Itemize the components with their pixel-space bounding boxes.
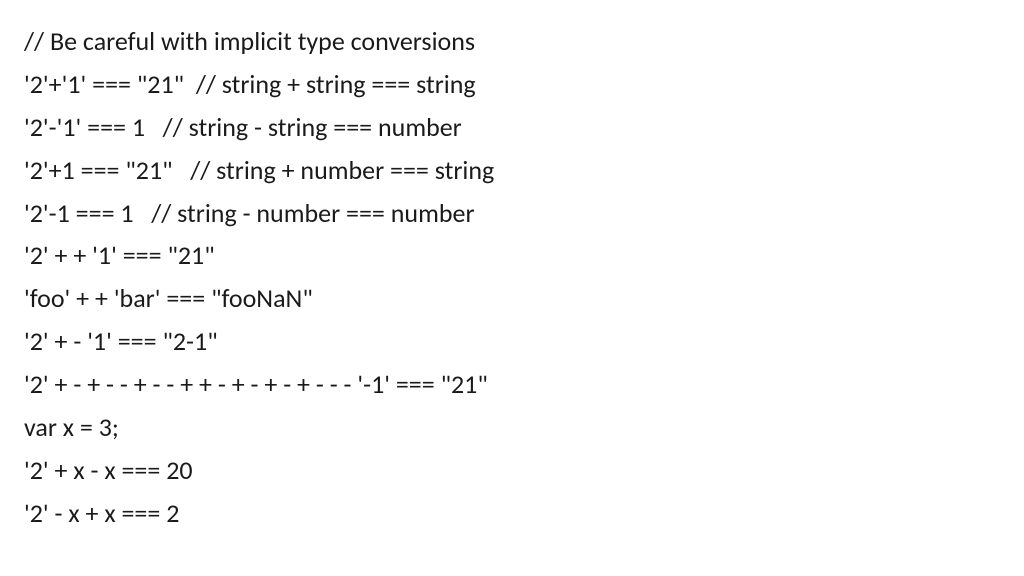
code-line: '2' + - + - - + - - + + - + - + - + - - … xyxy=(24,363,1000,406)
code-line: '2'+'1' === "21" // string + string === … xyxy=(24,63,1000,106)
code-line: // Be careful with implicit type convers… xyxy=(24,20,1000,63)
code-line: '2' - x + x === 2 xyxy=(24,492,1000,535)
code-line: '2' + x - x === 20 xyxy=(24,449,1000,492)
code-line: '2' + - '1' === "2-1" xyxy=(24,320,1000,363)
code-block: // Be careful with implicit type convers… xyxy=(24,20,1000,535)
code-line: '2' + + '1' === "21" xyxy=(24,234,1000,277)
code-line: var x = 3; xyxy=(24,406,1000,449)
code-line: 'foo' + + 'bar' === "fooNaN" xyxy=(24,277,1000,320)
code-line: '2'-'1' === 1 // string - string === num… xyxy=(24,106,1000,149)
code-line: '2'-1 === 1 // string - number === numbe… xyxy=(24,192,1000,235)
code-line: '2'+1 === "21" // string + number === st… xyxy=(24,149,1000,192)
